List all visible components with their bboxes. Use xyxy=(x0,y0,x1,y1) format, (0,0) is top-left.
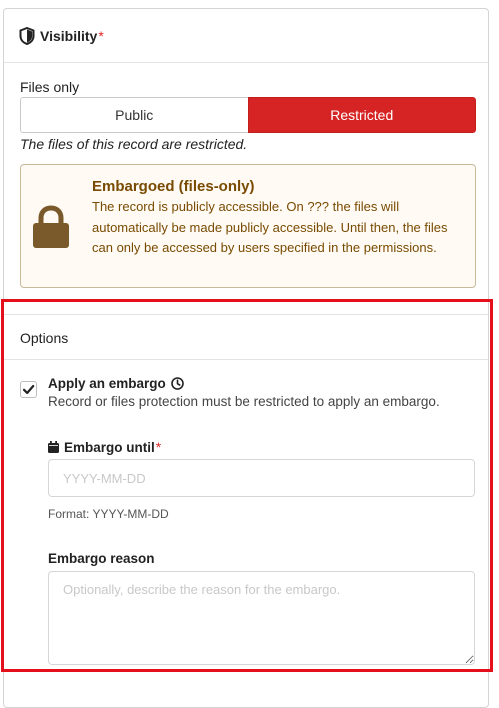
embargo-notice: Embargoed (files-only) The record is pub… xyxy=(20,164,476,288)
visibility-toggle: Public Restricted xyxy=(20,97,476,133)
embargo-notice-description: The record is publicly accessible. On ??… xyxy=(92,199,448,255)
check-icon xyxy=(22,384,35,395)
public-button[interactable]: Public xyxy=(20,97,248,133)
visibility-card: Visibility* Files only Public Restricted… xyxy=(3,8,489,708)
options-title: Options xyxy=(20,330,69,346)
calendar-icon xyxy=(48,441,59,453)
embargo-reason-textarea[interactable] xyxy=(48,571,475,665)
required-indicator: * xyxy=(155,439,162,455)
section-divider xyxy=(4,314,488,315)
embargo-notice-title: Embargoed (files-only) xyxy=(92,178,255,195)
apply-embargo-description: Record or files protection must be restr… xyxy=(48,394,440,409)
visibility-header: Visibility* xyxy=(4,9,488,63)
files-only-label: Files only xyxy=(20,79,80,95)
embargo-reason-label: Embargo reason xyxy=(48,551,155,566)
date-format-hint: Format: YYYY-MM-DD xyxy=(48,507,169,521)
restricted-button[interactable]: Restricted xyxy=(247,97,476,133)
apply-embargo-checkbox[interactable] xyxy=(20,381,37,398)
apply-embargo-label[interactable]: Apply an embargo xyxy=(48,376,184,391)
embargo-date-input[interactable] xyxy=(48,459,475,497)
visibility-title: Visibility* xyxy=(40,28,104,44)
required-indicator: * xyxy=(98,28,104,44)
visibility-help-text: The files of this record are restricted. xyxy=(20,136,248,152)
options-divider xyxy=(4,359,488,360)
shield-icon xyxy=(19,27,35,45)
embargo-until-label: Embargo until* xyxy=(48,439,161,455)
clock-icon xyxy=(170,377,184,390)
lock-icon xyxy=(33,205,69,248)
